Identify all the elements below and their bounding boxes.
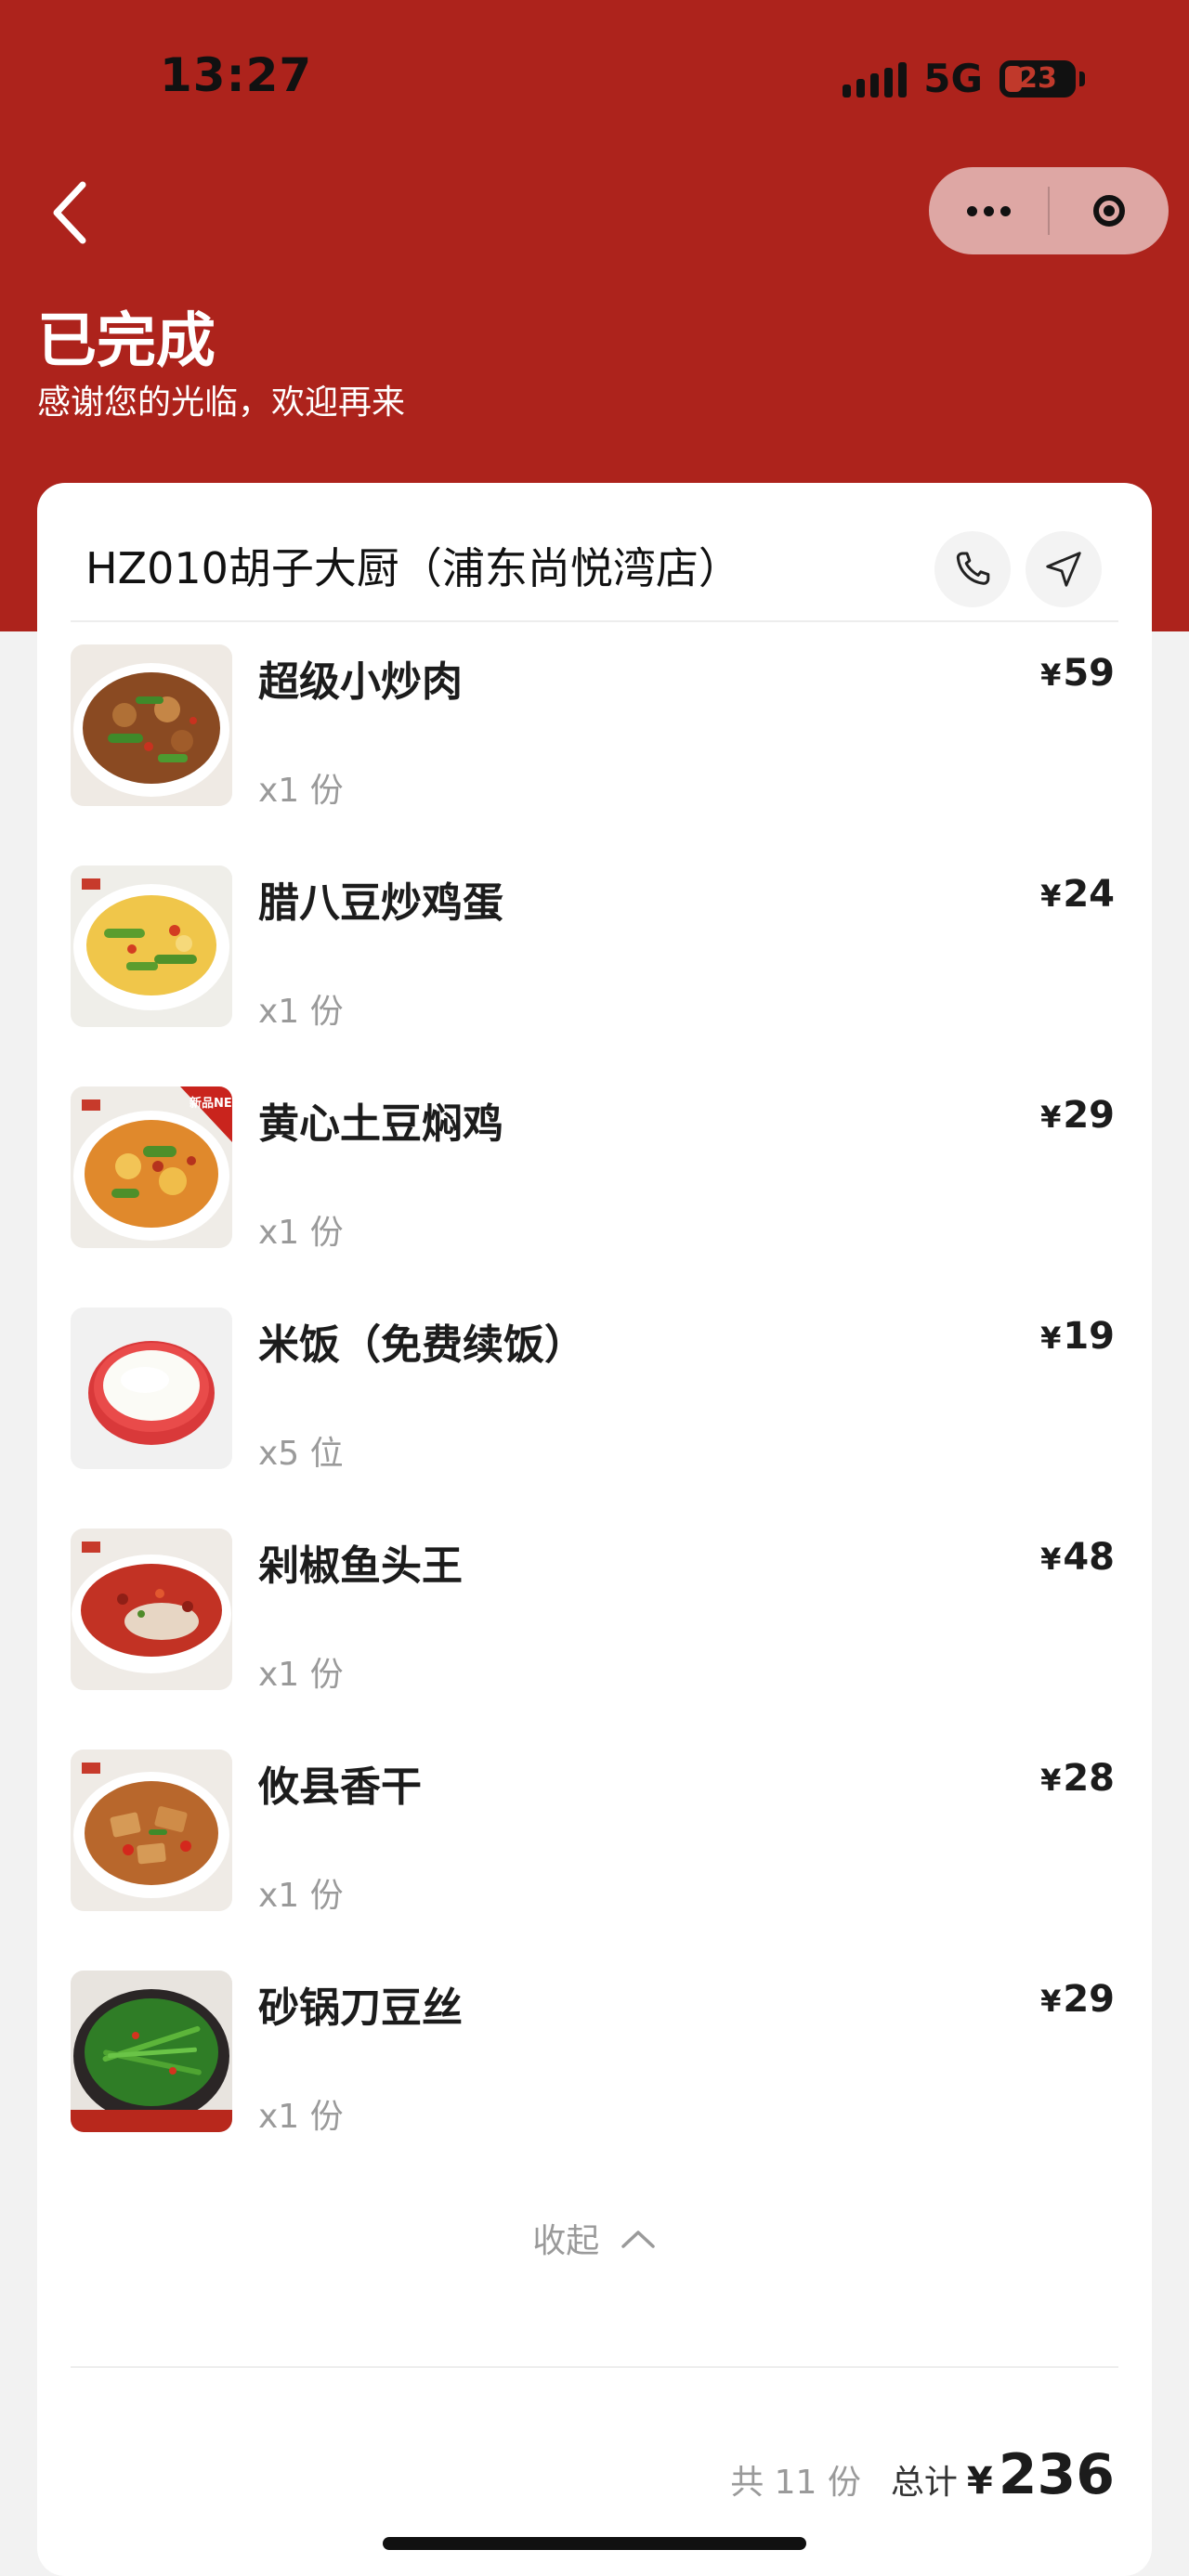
item-price-value: 24	[1063, 873, 1115, 916]
currency-symbol: ¥	[1040, 1321, 1062, 1356]
item-name: 超级小炒肉	[258, 658, 463, 706]
navigate-store-button[interactable]	[1026, 531, 1102, 607]
signal-icon	[843, 60, 908, 98]
order-item: 超级小炒肉 x1 份 ¥59	[37, 644, 1152, 865]
item-photo	[71, 1971, 232, 2132]
item-price: ¥29	[1040, 1978, 1115, 2021]
store-header: HZ010胡子大厨（浦东尚悦湾店）	[37, 483, 1152, 622]
item-price-value: 29	[1063, 1094, 1115, 1137]
item-count: 共 11 份	[730, 2464, 861, 2502]
order-item: 攸县香干 x1 份 ¥28	[37, 1750, 1152, 1971]
order-item: 米饭（免费续饭） x5 位 ¥19	[37, 1308, 1152, 1529]
phone-icon	[956, 552, 990, 585]
collapse-label: 收起	[532, 2222, 600, 2260]
item-quantity: x1 份	[258, 1877, 344, 1915]
chevron-up-icon	[621, 2231, 655, 2248]
order-item: 剁椒鱼头王 x1 份 ¥48	[37, 1529, 1152, 1750]
item-price-value: 48	[1063, 1536, 1115, 1579]
item-name: 剁椒鱼头王	[258, 1542, 463, 1590]
item-name: 砂锅刀豆丝	[258, 1984, 463, 2032]
store-name[interactable]: HZ010胡子大厨（浦东尚悦湾店）	[85, 535, 741, 596]
call-store-button[interactable]	[934, 531, 1011, 607]
item-quantity: x1 份	[258, 2098, 344, 2136]
more-icon	[966, 205, 1011, 216]
item-name: 攸县香干	[258, 1763, 422, 1811]
item-photo	[71, 1529, 232, 1690]
item-price-value: 28	[1063, 1757, 1115, 1800]
currency-symbol: ¥	[1040, 1984, 1062, 2019]
currency-symbol: ¥	[1040, 1099, 1062, 1135]
currency-symbol: ¥	[1040, 1763, 1062, 1798]
item-quantity: x1 份	[258, 1214, 344, 1252]
item-quantity: x1 份	[258, 1656, 344, 1694]
target-icon	[1093, 195, 1125, 227]
item-badge: 新品NEW	[189, 1096, 232, 1111]
page-title: 已完成	[37, 307, 216, 376]
item-price-value: 19	[1063, 1315, 1115, 1358]
item-price-value: 59	[1063, 652, 1115, 695]
item-price: ¥59	[1040, 652, 1115, 695]
battery-tip	[1079, 71, 1085, 86]
item-price: ¥48	[1040, 1536, 1115, 1579]
item-price-value: 29	[1063, 1978, 1115, 2021]
item-price: ¥24	[1040, 873, 1115, 916]
order-card: HZ010胡子大厨（浦东尚悦湾店） 超级小炒肉 x1 份 ¥59 腊八豆炒鸡蛋 …	[37, 483, 1152, 2576]
item-name: 米饭（免费续饭）	[258, 1321, 585, 1369]
item-price: ¥28	[1040, 1757, 1115, 1800]
battery-icon: 23	[1000, 59, 1076, 98]
order-items-list: 超级小炒肉 x1 份 ¥59 腊八豆炒鸡蛋 x1 份 ¥24 新品NE 黄心土豆…	[37, 644, 1152, 2192]
total-currency: ¥	[966, 2460, 993, 2503]
more-button[interactable]	[929, 167, 1048, 254]
status-indicators: 5G 23	[843, 56, 1085, 101]
item-photo: 新品NEW	[71, 1086, 232, 1248]
store-divider	[71, 620, 1118, 622]
order-summary: 共 11 份 总计 ¥ 236	[730, 2442, 1115, 2507]
navigation-arrow-icon	[1046, 552, 1081, 587]
order-item: 砂锅刀豆丝 x1 份 ¥29	[37, 1971, 1152, 2192]
network-label: 5G	[923, 56, 983, 101]
chevron-left-icon	[53, 181, 86, 244]
item-quantity: x5 位	[258, 1435, 344, 1473]
battery-level: 23	[1018, 62, 1057, 95]
item-quantity: x1 份	[258, 772, 344, 810]
currency-symbol: ¥	[1040, 878, 1062, 914]
total-amount: 236	[998, 2442, 1115, 2507]
home-indicator	[383, 2537, 806, 2550]
item-name: 黄心土豆焖鸡	[258, 1100, 503, 1148]
currency-symbol: ¥	[1040, 657, 1062, 693]
order-item: 腊八豆炒鸡蛋 x1 份 ¥24	[37, 865, 1152, 1086]
item-price: ¥29	[1040, 1094, 1115, 1137]
currency-symbol: ¥	[1040, 1542, 1062, 1577]
item-photo	[71, 1308, 232, 1469]
order-item: 新品NEW 黄心土豆焖鸡 x1 份 ¥29	[37, 1086, 1152, 1308]
total-label: 总计	[890, 2464, 958, 2502]
back-button[interactable]	[37, 171, 102, 254]
item-photo	[71, 865, 232, 1027]
item-quantity: x1 份	[258, 993, 344, 1031]
close-miniprogram-button[interactable]	[1050, 167, 1169, 254]
item-photo	[71, 1750, 232, 1911]
status-time: 13:27	[160, 48, 313, 102]
item-price: ¥19	[1040, 1315, 1115, 1358]
item-name: 腊八豆炒鸡蛋	[258, 879, 503, 927]
mini-program-capsule	[929, 167, 1169, 254]
collapse-button[interactable]: 收起	[37, 2214, 1152, 2262]
item-photo	[71, 644, 232, 806]
summary-divider	[71, 2366, 1118, 2368]
page-subtitle: 感谢您的光临，欢迎再来	[37, 384, 406, 422]
